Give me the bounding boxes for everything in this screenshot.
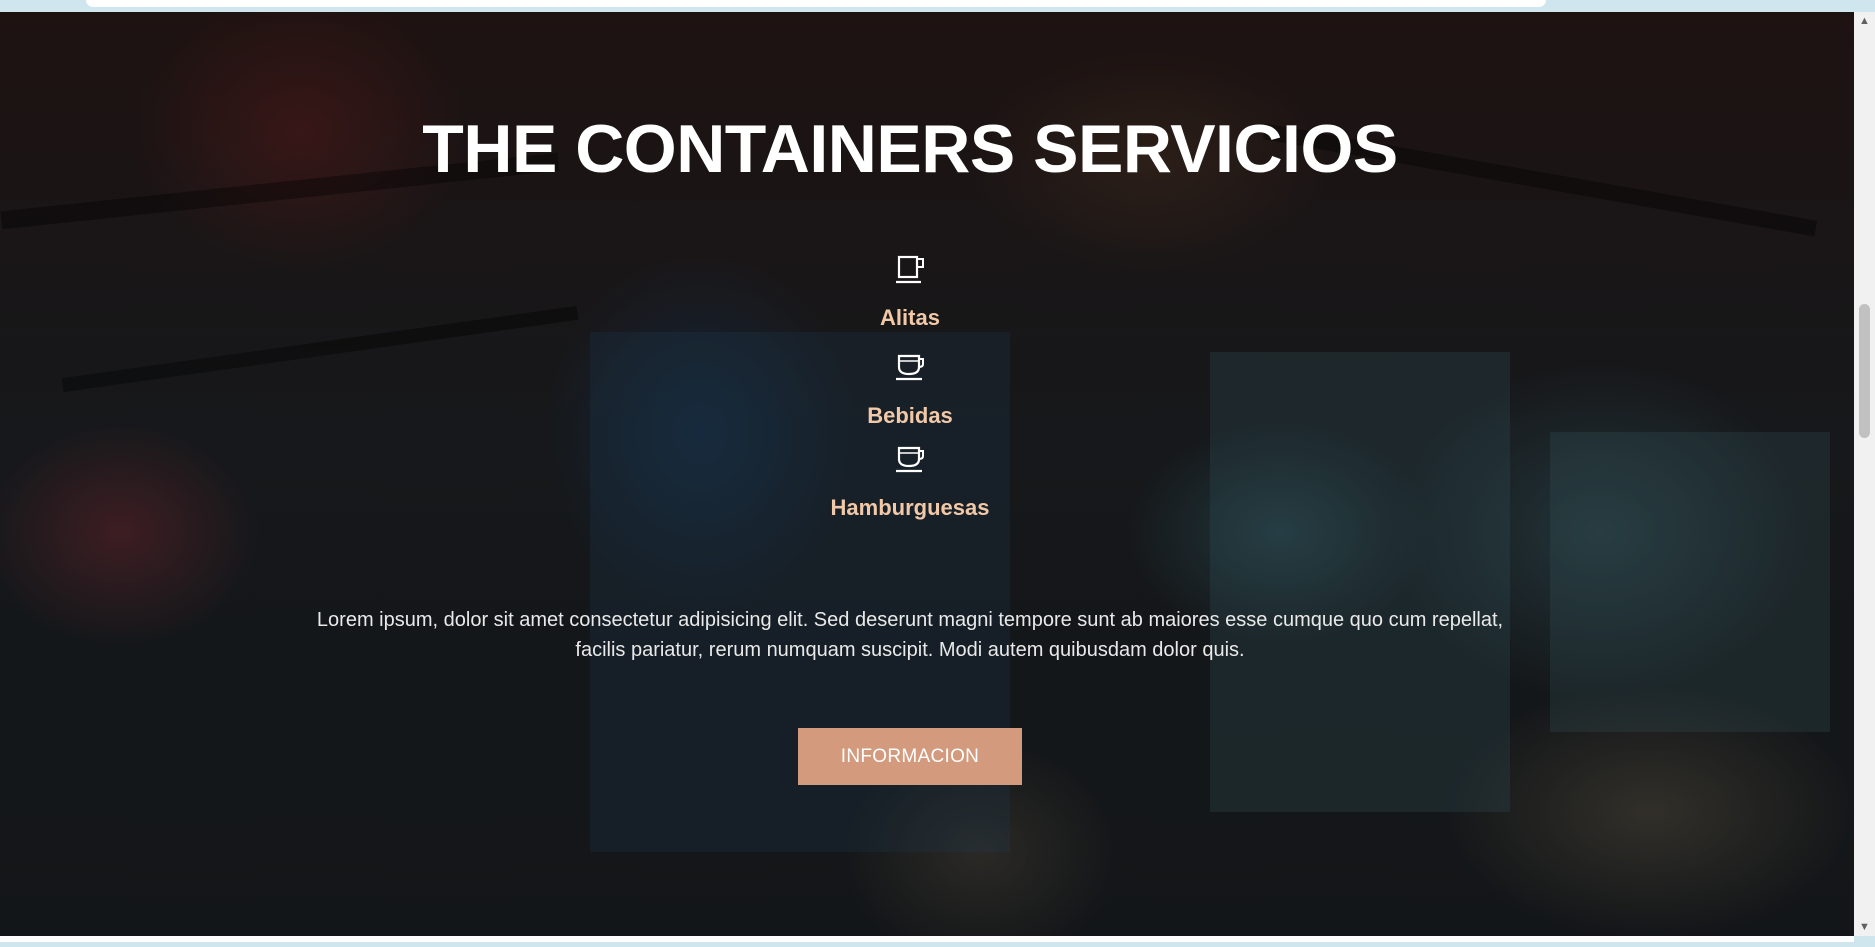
service-item-hamburguesas: Hamburguesas bbox=[0, 442, 1820, 522]
page-title: THE CONTAINERS SERVICIOS bbox=[422, 111, 1398, 187]
vertical-scrollbar[interactable]: ▲ ▼ bbox=[1854, 12, 1875, 936]
hero-content: THE CONTAINERS SERVICIOS Alitas Bebidas … bbox=[0, 12, 1820, 936]
coffee-mug-icon bbox=[892, 252, 928, 288]
browser-top-strip bbox=[0, 0, 1875, 12]
service-label: Bebidas bbox=[867, 403, 953, 428]
service-item-bebidas: Bebidas bbox=[0, 350, 1820, 430]
service-label: Alitas bbox=[880, 305, 940, 330]
service-label: Hamburguesas bbox=[830, 495, 990, 520]
browser-bottom-strip bbox=[0, 936, 1875, 947]
hero-section: THE CONTAINERS SERVICIOS Alitas Bebidas … bbox=[0, 12, 1854, 936]
scroll-down-arrow-icon[interactable]: ▼ bbox=[1854, 918, 1875, 936]
horizontal-edge bbox=[0, 936, 1854, 942]
scroll-up-arrow-icon[interactable]: ▲ bbox=[1854, 12, 1875, 30]
hero-description: Lorem ipsum, dolor sit amet consectetur … bbox=[316, 609, 1504, 661]
service-item-alitas: Alitas bbox=[0, 252, 1820, 332]
coffee-cup-icon bbox=[892, 442, 928, 478]
coffee-cup-icon bbox=[892, 350, 928, 386]
scrollbar-thumb[interactable] bbox=[1859, 304, 1870, 438]
informacion-button[interactable]: INFORMACION bbox=[798, 728, 1022, 785]
address-bar-edge bbox=[86, 0, 1546, 7]
